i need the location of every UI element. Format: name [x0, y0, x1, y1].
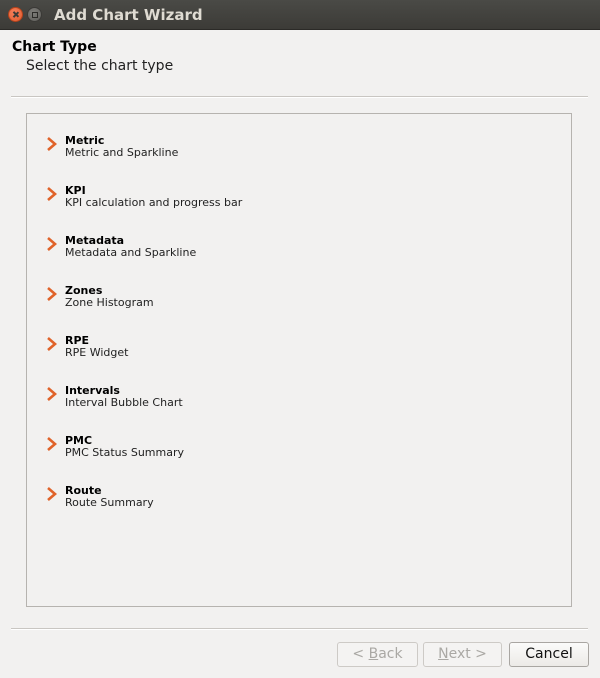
chart-type-description: KPI calculation and progress bar	[65, 196, 243, 209]
chevron-right-icon	[47, 387, 57, 401]
footer-divider	[11, 628, 588, 630]
back-button[interactable]: < Back	[337, 642, 418, 667]
chart-type-item-metric[interactable]: Metric Metric and Sparkline	[45, 134, 445, 174]
back-button-prefix: <	[352, 646, 369, 662]
chart-type-description: Zone Histogram	[65, 296, 154, 309]
back-button-mnemonic: B	[368, 646, 379, 662]
chevron-right-icon	[47, 187, 57, 201]
next-button-mnemonic: N	[438, 646, 449, 662]
chart-type-item-zones[interactable]: Zones Zone Histogram	[45, 284, 445, 324]
chevron-right-icon	[47, 487, 57, 501]
chart-type-description: PMC Status Summary	[65, 446, 185, 459]
chart-type-item-kpi[interactable]: KPI KPI calculation and progress bar	[45, 184, 445, 224]
chart-type-description: RPE Widget	[65, 346, 129, 359]
header-divider	[11, 96, 588, 98]
maximize-icon[interactable]	[27, 7, 42, 22]
page-subtitle: Select the chart type	[26, 58, 174, 74]
next-button-rest: ext >	[448, 646, 487, 662]
next-button[interactable]: Next >	[423, 642, 502, 667]
page-title: Chart Type	[12, 39, 97, 55]
chevron-right-icon	[47, 137, 57, 151]
chart-type-item-route[interactable]: Route Route Summary	[45, 484, 445, 524]
chevron-right-icon	[47, 437, 57, 451]
chart-type-item-metadata[interactable]: Metadata Metadata and Sparkline	[45, 234, 445, 274]
cancel-button[interactable]: Cancel	[509, 642, 589, 667]
window-title: Add Chart Wizard	[54, 6, 203, 24]
chevron-right-icon	[47, 337, 57, 351]
chart-type-item-rpe[interactable]: RPE RPE Widget	[45, 334, 445, 374]
back-button-rest: ack	[378, 646, 403, 662]
close-icon[interactable]	[8, 7, 23, 22]
chart-type-description: Route Summary	[65, 496, 154, 509]
chevron-right-icon	[47, 237, 57, 251]
chart-type-item-pmc[interactable]: PMC PMC Status Summary	[45, 434, 445, 474]
chart-type-description: Metric and Sparkline	[65, 146, 179, 159]
chart-type-description: Metadata and Sparkline	[65, 246, 197, 259]
wizard-window: Add Chart Wizard Chart Type Select the c…	[0, 0, 600, 678]
chevron-right-icon	[47, 287, 57, 301]
chart-type-item-intervals[interactable]: Intervals Interval Bubble Chart	[45, 384, 445, 424]
chart-type-list: Metric Metric and Sparkline KPI KPI calc…	[26, 113, 572, 607]
title-bar[interactable]: Add Chart Wizard	[0, 0, 600, 30]
chart-type-description: Interval Bubble Chart	[65, 396, 183, 409]
